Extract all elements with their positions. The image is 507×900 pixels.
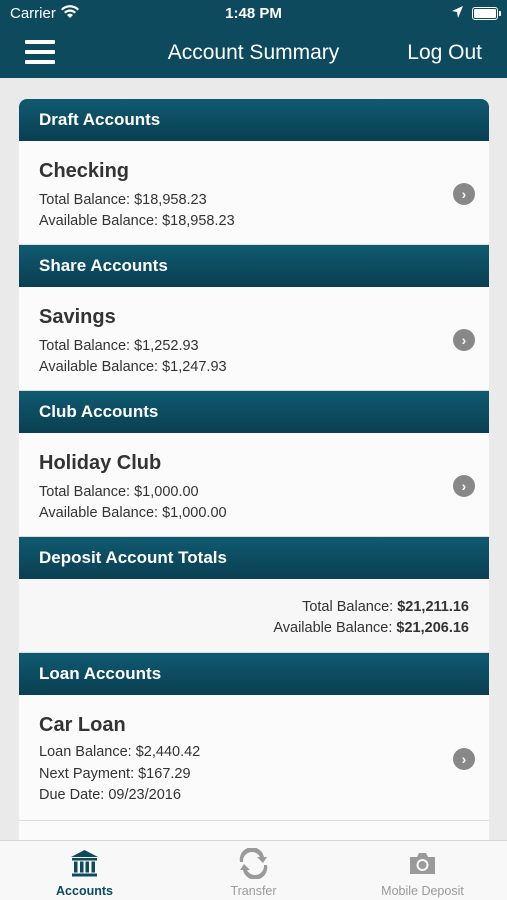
account-row-checking[interactable]: Checking Total Balance: $18,958.23 Avail… (19, 141, 489, 245)
section-header-deposit-totals: Deposit Account Totals (19, 537, 489, 579)
section-header-club: Club Accounts (19, 391, 489, 433)
battery-icon (472, 7, 501, 20)
available-balance-label: Available Balance: (273, 620, 397, 636)
section-header-draft: Draft Accounts (19, 99, 489, 141)
available-balance: Available Balance: $1,247.93 (39, 359, 227, 375)
tab-label: Mobile Deposit (381, 884, 464, 898)
next-payment: Next Payment: $167.29 (39, 766, 191, 782)
loan-balance: Loan Balance: $2,440.42 (39, 744, 201, 760)
location-arrow-icon (452, 6, 463, 18)
chevron-right-icon: › (453, 329, 475, 351)
chevron-right-icon: › (453, 475, 475, 497)
total-balance: Total Balance: $1,000.00 (39, 484, 199, 500)
total-balance: Total Balance: $18,958.23 (39, 192, 207, 208)
tab-label: Accounts (56, 884, 113, 898)
account-row-holiday-club[interactable]: Holiday Club Total Balance: $1,000.00 Av… (19, 433, 489, 537)
total-balance-value: $21,211.16 (397, 599, 469, 615)
camera-icon (410, 853, 435, 874)
tab-bar: Accounts Transfer Mobile Deposit (0, 840, 507, 900)
account-row-car-loan[interactable]: Car Loan Loan Balance: $2,440.42 Next Pa… (19, 695, 489, 821)
total-balance-label: Total Balance: (302, 599, 398, 615)
tab-transfer[interactable]: Transfer (169, 841, 338, 900)
logout-button[interactable]: Log Out (407, 41, 482, 65)
status-bar: Carrier 1:48 PM (0, 0, 507, 28)
due-date: Due Date: 09/23/2016 (39, 787, 181, 803)
deposit-totals: Total Balance: $21,211.16 Available Bala… (19, 579, 489, 653)
bank-icon (71, 850, 98, 877)
deposit-available-balance: Available Balance: $21,206.16 (273, 620, 469, 636)
tab-accounts[interactable]: Accounts (0, 841, 169, 900)
available-balance: Available Balance: $1,000.00 (39, 505, 227, 521)
account-name: Savings (39, 306, 116, 328)
status-time: 1:48 PM (225, 5, 282, 22)
section-header-share: Share Accounts (19, 245, 489, 287)
tab-mobile-deposit[interactable]: Mobile Deposit (338, 841, 507, 900)
accounts-list[interactable]: Draft Accounts Checking Total Balance: $… (19, 99, 489, 840)
deposit-total-balance: Total Balance: $21,211.16 (302, 599, 469, 615)
chevron-right-icon: › (453, 183, 475, 205)
tab-label: Transfer (230, 884, 277, 898)
total-balance: Total Balance: $1,252.93 (39, 338, 199, 354)
account-row-savings[interactable]: Savings Total Balance: $1,252.93 Availab… (19, 287, 489, 391)
account-row-partial[interactable] (19, 821, 489, 840)
nav-bar: Account Summary Log Out (0, 28, 507, 78)
account-name: Car Loan (39, 714, 126, 736)
account-name: Checking (39, 160, 130, 182)
transfer-icon (239, 848, 268, 879)
available-balance-value: $21,206.16 (396, 620, 469, 636)
available-balance: Available Balance: $18,958.23 (39, 213, 235, 229)
chevron-right-icon: › (453, 748, 475, 770)
section-header-loan: Loan Accounts (19, 653, 489, 695)
account-name: Holiday Club (39, 452, 162, 474)
